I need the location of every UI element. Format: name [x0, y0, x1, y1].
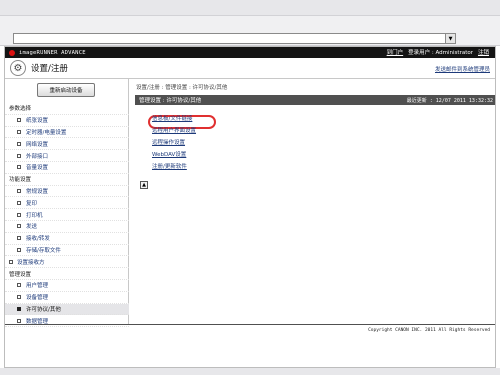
bullet-square-icon	[17, 129, 21, 134]
window-top-strip	[0, 0, 500, 16]
link-remote-ui-settings[interactable]: 远程用户界面设置	[152, 125, 196, 137]
footer-divider	[5, 324, 495, 325]
gear-icon: ⚙	[10, 60, 26, 76]
sidebar-section-label: 功能设置	[9, 177, 32, 184]
sidebar-item[interactable]: 数据管理	[5, 315, 129, 328]
sidebar-item[interactable]: 打印机	[5, 209, 129, 221]
sidebar-item-label: 音量设置	[26, 165, 49, 172]
bullet-square-icon	[17, 141, 21, 146]
bullet-square-icon	[17, 295, 21, 300]
product-header: imageRUNNER ADVANCE 到门户 登录用户 : Administr…	[5, 47, 495, 58]
restart-device-button[interactable]: 重新启动设备	[37, 83, 95, 97]
window-bottom-strip	[0, 368, 500, 375]
chevron-down-icon[interactable]: ▼	[445, 34, 455, 43]
page-title: 设置/注册	[31, 64, 68, 74]
bullet-square-icon	[17, 165, 21, 170]
sidebar-item[interactable]: 接收/转发	[5, 233, 129, 245]
logout-link[interactable]: 注销	[478, 48, 489, 56]
link-remote-operation[interactable]: 远程操作设置	[152, 137, 196, 149]
link-register-software[interactable]: 注册/更新软件	[152, 161, 196, 173]
breadcrumb: 设置/注册 : 管理设置 : 许可协议/其他	[136, 85, 228, 91]
sidebar-item-label: 复印	[26, 200, 38, 207]
sidebar-item-label: 发送	[26, 224, 38, 231]
sidebar-nav: 参数选择纸张设置定时器/电量设置 网络设置外部接口音量设置功能设置常规设置复印打印…	[5, 103, 129, 328]
sidebar-item-label: 接收/转发	[26, 236, 50, 243]
sidebar-section-label: 参数选择	[9, 106, 32, 113]
sidebar-item[interactable]: 用户管理	[5, 280, 129, 292]
sidebar-item[interactable]: 许可协议/其他	[5, 303, 129, 316]
sidebar-item-label: 定时器/电量设置	[26, 129, 67, 136]
sidebar-item[interactable]: 纸张设置	[5, 115, 129, 127]
sidebar-item-label: 常规设置	[26, 188, 49, 195]
sidebar-item[interactable]: 常规设置	[5, 186, 129, 198]
sidebar-item[interactable]: 存储/存取文件	[5, 245, 129, 257]
sidebar-item[interactable]: 设置接收方	[5, 256, 129, 269]
bullet-square-icon	[17, 283, 21, 288]
header-user-area: 到门户 登录用户 : Administrator 注销	[387, 48, 489, 56]
bullet-square-icon	[17, 224, 21, 229]
section-header: 管理设置 : 许可协议/其他 最近更新 : 12/07 2011 13:32:3…	[135, 95, 495, 105]
sidebar-item[interactable]: 复印	[5, 197, 129, 210]
settings-links: 信息板/文件链接 远程用户界面设置 远程操作设置 WebDAV设置 注册/更新软…	[152, 113, 196, 173]
canon-logo-icon	[9, 49, 15, 56]
link-info-board[interactable]: 信息板/文件链接	[152, 113, 196, 125]
sidebar-item-label: 许可协议/其他	[26, 306, 61, 313]
sidebar-section-heading: 管理设置	[5, 268, 129, 280]
sidebar-item-label: 存储/存取文件	[26, 247, 61, 254]
page-title-bar: ⚙ 设置/注册 发送邮件到系统管理员	[5, 58, 495, 79]
sidebar-section-label: 管理设置	[9, 271, 32, 278]
bullet-square-icon	[17, 212, 21, 217]
sidebar-item[interactable]: 网络设置	[5, 138, 129, 151]
product-name: imageRUNNER ADVANCE	[19, 49, 86, 56]
portal-link[interactable]: 到门户	[387, 48, 404, 56]
browser-window: ▼ imageRUNNER ADVANCE 到门户 登录用户 : Adminis…	[0, 0, 500, 375]
bullet-square-icon	[17, 153, 21, 158]
mail-admin-link[interactable]: 发送邮件到系统管理员	[435, 65, 490, 73]
web-page: imageRUNNER ADVANCE 到门户 登录用户 : Administr…	[4, 46, 496, 368]
back-to-top-icon[interactable]: ▲	[140, 181, 148, 189]
section-title: 管理设置 : 许可协议/其他	[139, 98, 202, 104]
bullet-square-icon	[9, 259, 13, 264]
sidebar-item[interactable]: 定时器/电量设置	[5, 127, 129, 139]
address-dropdown[interactable]: ▼	[13, 33, 456, 44]
sidebar-item[interactable]: 外部接口	[5, 150, 129, 162]
sidebar-item-label: 用户管理	[26, 283, 49, 290]
sidebar-section-heading: 功能设置	[5, 174, 129, 186]
link-webdav-settings[interactable]: WebDAV设置	[152, 149, 196, 161]
main-content: 设置/注册 : 管理设置 : 许可协议/其他 管理设置 : 许可协议/其他 最近…	[130, 79, 496, 324]
sidebar-item[interactable]: 设备管理	[5, 292, 129, 304]
bullet-square-icon	[17, 200, 21, 205]
bullet-square-icon	[17, 188, 21, 193]
sidebar-section-heading: 参数选择	[5, 103, 129, 115]
sidebar-item[interactable]: 音量设置	[5, 162, 129, 174]
sidebar-item-label: 纸张设置	[26, 118, 49, 125]
sidebar-item[interactable]: 发送	[5, 221, 129, 233]
bullet-square-icon	[17, 118, 21, 123]
bullet-square-icon	[17, 318, 21, 323]
sidebar-item-label: 外部接口	[26, 153, 49, 160]
sidebar-item-label: 网络设置	[26, 141, 49, 148]
sidebar-item-label: 设备管理	[26, 295, 49, 302]
bullet-square-icon	[17, 306, 21, 311]
sidebar-item-label: 设置接收方	[17, 259, 45, 266]
sidebar: 重新启动设备 参数选择纸张设置定时器/电量设置 网络设置外部接口音量设置功能设置常…	[5, 79, 129, 328]
login-user-label: 登录用户 : Administrator	[408, 50, 473, 56]
bullet-square-icon	[17, 236, 21, 241]
last-updated: 最近更新 : 12/07 2011 13:32:32	[406, 97, 493, 104]
address-bar-area: ▼	[0, 16, 500, 46]
bullet-square-icon	[17, 247, 21, 252]
copyright: Copyright CANON INC. 2011 All Rights Res…	[368, 328, 490, 333]
sidebar-item-label: 打印机	[26, 212, 43, 219]
